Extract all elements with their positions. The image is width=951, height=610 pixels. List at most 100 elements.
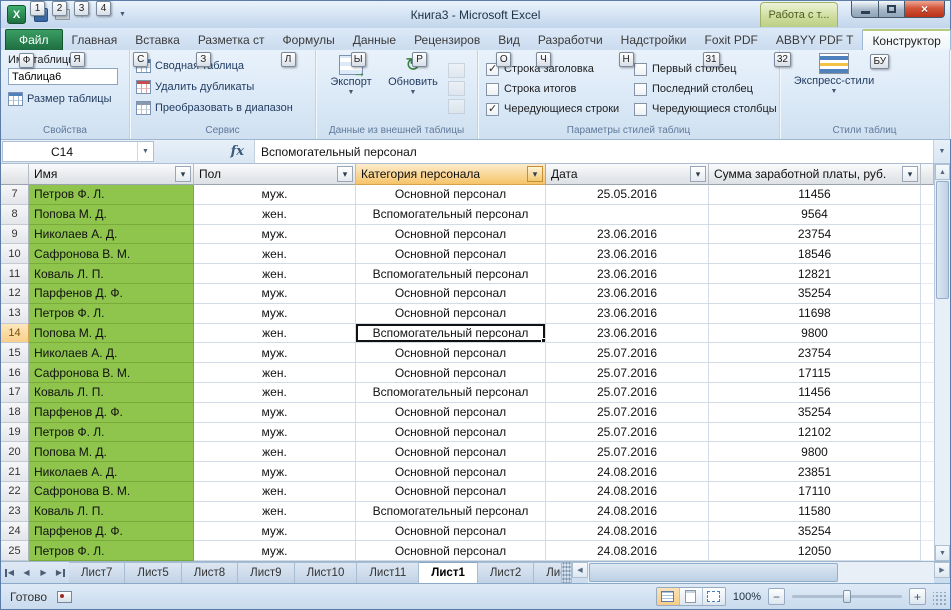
ribbon-tab[interactable]: Конструктор БУ (862, 29, 951, 69)
table-cell[interactable]: 17110 (709, 481, 921, 502)
table-cell[interactable]: Сафронова В. М. (29, 363, 194, 383)
sheet-tab[interactable]: Лист (534, 562, 561, 583)
table-cell[interactable]: Основной персонал (356, 185, 546, 205)
last-sheet-button[interactable]: ▶ (52, 562, 69, 583)
row-header[interactable]: 16 (1, 363, 29, 383)
row-header[interactable]: 19 (1, 422, 29, 443)
table-cell[interactable]: Вспомогательный персонал (356, 382, 546, 403)
table-cell[interactable]: Парфенов Д. Ф. (29, 402, 194, 423)
page-layout-view-button[interactable] (679, 588, 703, 605)
ribbon-tab[interactable]: Foxit PDF 31 (696, 29, 767, 67)
maximize-button[interactable] (878, 1, 905, 18)
vertical-scroll-track[interactable] (935, 180, 950, 545)
table-cell[interactable]: 9800 (709, 442, 921, 463)
row-header[interactable]: 15 (1, 343, 29, 364)
table-cell[interactable]: Основной персонал (356, 283, 546, 304)
remove-duplicates-button[interactable]: Удалить дубликаты (136, 77, 315, 97)
row-header[interactable]: 12 (1, 283, 29, 304)
table-cell[interactable]: 17115 (709, 363, 921, 383)
horizontal-scrollbar[interactable]: ◀ ▶ (572, 562, 950, 583)
table-cell[interactable]: 23.06.2016 (546, 224, 709, 245)
table-cell[interactable]: 24.08.2016 (546, 481, 709, 502)
quick-styles-button[interactable]: Экспресс-стили ▼ (792, 50, 876, 124)
row-header[interactable]: 8 (1, 204, 29, 225)
qat-customize-arrow-icon[interactable]: ▼ (119, 11, 126, 18)
table-cell[interactable]: 18546 (709, 244, 921, 265)
name-box-dropdown-icon[interactable]: ▼ (137, 142, 153, 161)
table-cell[interactable]: Основной персонал (356, 244, 546, 265)
style-option[interactable]: Чередующиеся столбцы (634, 99, 782, 119)
sheet-tab[interactable]: Лист7 (69, 562, 126, 583)
formula-input[interactable]: Вспомогательный персонал (254, 140, 933, 163)
qat-button-4[interactable]: 4 (96, 1, 116, 24)
table-cell[interactable]: Основной персонал (356, 541, 546, 562)
table-cell[interactable]: Основной персонал (356, 521, 546, 542)
table-cell[interactable]: муж. (194, 185, 356, 205)
table-cell[interactable]: 23.06.2016 (546, 264, 709, 284)
style-option[interactable]: Последний столбец (634, 79, 782, 99)
table-cell[interactable]: Сафронова В. М. (29, 244, 194, 265)
table-cell[interactable]: жен. (194, 501, 356, 522)
zoom-slider[interactable] (792, 589, 902, 604)
table-cell[interactable]: жен. (194, 442, 356, 463)
table-cell[interactable]: 11456 (709, 382, 921, 403)
column-header[interactable]: Пол (194, 164, 356, 185)
ribbon-tab[interactable]: ABBYY PDF T 32 (767, 29, 863, 67)
zoom-slider-thumb[interactable] (843, 590, 851, 603)
row-header[interactable]: 13 (1, 303, 29, 324)
table-cell[interactable]: Коваль Л. П. (29, 264, 194, 284)
table-cell[interactable]: Основной персонал (356, 481, 546, 502)
zoom-out-button[interactable]: − (768, 588, 785, 605)
macro-record-icon[interactable] (57, 590, 73, 603)
normal-view-button[interactable] (656, 588, 680, 605)
table-cell[interactable]: Вспомогательный персонал (356, 204, 546, 225)
table-cell[interactable]: 11698 (709, 303, 921, 324)
table-cell[interactable]: Николаев А. Д. (29, 343, 194, 364)
table-cell[interactable]: Парфенов Д. Ф. (29, 283, 194, 304)
table-name-input[interactable] (8, 68, 118, 85)
table-cell[interactable]: Основной персонал (356, 402, 546, 423)
minimize-button[interactable] (851, 1, 879, 18)
ribbon-tab[interactable]: Формулы Л (274, 29, 344, 67)
name-box[interactable]: C14 ▼ (2, 141, 154, 162)
contextual-tab-group-label[interactable]: Работа с т... (760, 2, 838, 27)
table-cell[interactable]: жен. (194, 323, 356, 344)
table-cell[interactable]: 25.07.2016 (546, 343, 709, 364)
vertical-scrollbar[interactable]: ▲ ▼ (934, 164, 950, 561)
table-cell[interactable]: муж. (194, 303, 356, 324)
scroll-down-button[interactable]: ▼ (935, 545, 950, 561)
table-cell[interactable]: Основной персонал (356, 422, 546, 443)
table-cell[interactable]: Петров Ф. Л. (29, 541, 194, 562)
table-cell[interactable]: муж. (194, 521, 356, 542)
row-header[interactable]: 7 (1, 185, 29, 205)
table-cell[interactable]: жен. (194, 382, 356, 403)
filter-button[interactable] (527, 166, 543, 182)
table-cell[interactable]: жен. (194, 363, 356, 383)
table-cell[interactable]: 25.05.2016 (546, 185, 709, 205)
select-all-corner[interactable] (1, 164, 29, 185)
filter-button[interactable] (902, 166, 918, 182)
table-cell[interactable]: 23.06.2016 (546, 303, 709, 324)
file-tab[interactable]: Файл Ф (5, 29, 63, 68)
table-cell[interactable]: 35254 (709, 521, 921, 542)
ribbon-tab[interactable]: Главная Я (63, 29, 127, 67)
sheet-tab[interactable]: Лист11 (357, 562, 420, 583)
table-cell[interactable]: Вспомогательный персонал (356, 501, 546, 522)
table-cell[interactable]: 24.08.2016 (546, 501, 709, 522)
horizontal-scroll-thumb[interactable] (589, 563, 839, 582)
table-cell[interactable]: жен. (194, 204, 356, 225)
table-cell[interactable]: Коваль Л. П. (29, 501, 194, 522)
table-cell[interactable]: Петров Ф. Л. (29, 185, 194, 205)
table-cell[interactable]: 25.07.2016 (546, 363, 709, 383)
row-header[interactable]: 10 (1, 244, 29, 265)
ribbon-tab[interactable]: Разработчи Ч (529, 29, 612, 67)
row-header[interactable]: 14 (1, 323, 29, 344)
row-header[interactable]: 11 (1, 264, 29, 284)
table-cell[interactable]: Николаев А. Д. (29, 462, 194, 482)
table-cell[interactable]: 23.06.2016 (546, 283, 709, 304)
table-cell[interactable]: 12821 (709, 264, 921, 284)
table-cell[interactable]: Основной персонал (356, 442, 546, 463)
table-cell[interactable]: 23754 (709, 224, 921, 245)
table-cell[interactable]: 25.07.2016 (546, 382, 709, 403)
table-cell[interactable]: Парфенов Д. Ф. (29, 521, 194, 542)
